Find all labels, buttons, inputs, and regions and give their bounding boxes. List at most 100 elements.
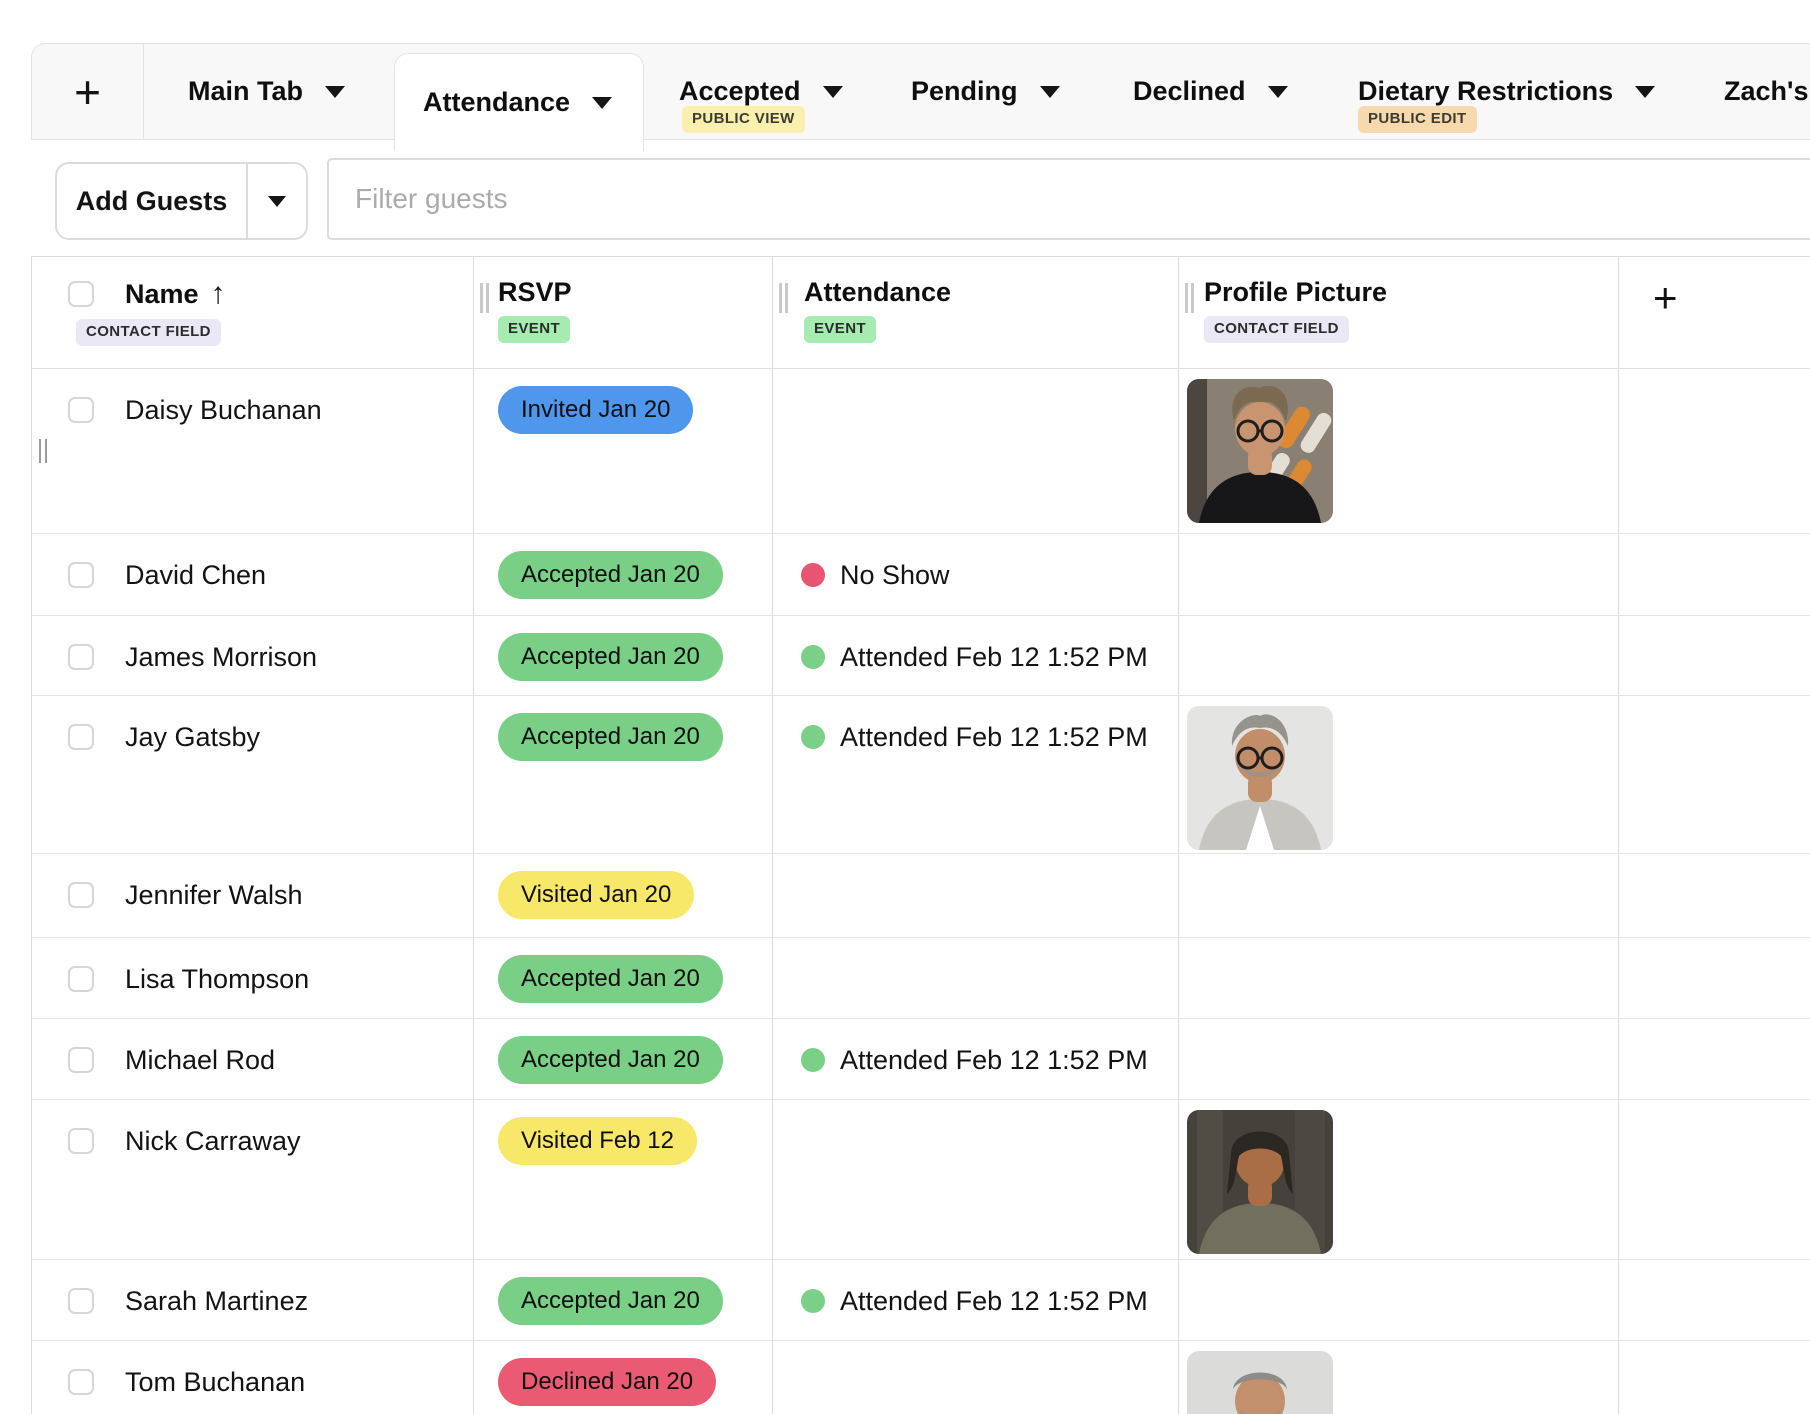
attendance-cell[interactable]: Attended Feb 12 1:52 PM bbox=[773, 696, 1179, 853]
name-cell[interactable]: Jennifer Walsh bbox=[32, 854, 474, 937]
row-checkbox[interactable] bbox=[68, 966, 94, 992]
extra-cell[interactable] bbox=[1619, 369, 1810, 533]
name-cell[interactable]: Lisa Thompson bbox=[32, 938, 474, 1018]
rsvp-cell[interactable]: Invited Jan 20 bbox=[474, 369, 773, 533]
rsvp-cell[interactable]: Accepted Jan 20 bbox=[474, 1260, 773, 1340]
profile-picture-cell[interactable] bbox=[1179, 1019, 1619, 1099]
row-checkbox[interactable] bbox=[68, 1047, 94, 1073]
attendance-cell[interactable]: Attended Feb 12 1:52 PM bbox=[773, 616, 1179, 695]
attendance-cell[interactable] bbox=[773, 1341, 1179, 1414]
guest-name: Sarah Martinez bbox=[125, 1286, 308, 1317]
tab-zach-s-g[interactable]: Zach's G bbox=[1724, 44, 1810, 139]
add-guests-split-button: Add Guests bbox=[55, 162, 308, 240]
rsvp-cell[interactable]: Accepted Jan 20 bbox=[474, 696, 773, 853]
profile-picture-cell[interactable] bbox=[1179, 696, 1619, 853]
row-checkbox[interactable] bbox=[68, 882, 94, 908]
name-cell[interactable]: Michael Rod bbox=[32, 1019, 474, 1099]
field-type-badge: EVENT bbox=[804, 316, 876, 343]
row-checkbox[interactable] bbox=[68, 724, 94, 750]
name-cell[interactable]: Nick Carraway bbox=[32, 1100, 474, 1259]
profile-picture-cell[interactable] bbox=[1179, 1260, 1619, 1340]
column-drag-handle[interactable] bbox=[779, 283, 789, 313]
name-cell[interactable]: Tom Buchanan bbox=[32, 1341, 474, 1414]
row-checkbox[interactable] bbox=[68, 644, 94, 670]
tab-pending[interactable]: Pending bbox=[911, 44, 1060, 139]
extra-cell[interactable] bbox=[1619, 534, 1810, 615]
attendance-cell[interactable] bbox=[773, 854, 1179, 937]
rsvp-status-pill: Visited Feb 12 bbox=[498, 1117, 697, 1165]
column-drag-handle[interactable] bbox=[1185, 283, 1195, 313]
column-header-rsvp[interactable]: RSVPEVENT bbox=[474, 257, 773, 368]
column-drag-handle[interactable] bbox=[480, 283, 490, 313]
chevron-down-icon bbox=[325, 86, 345, 98]
row-checkbox[interactable] bbox=[68, 1288, 94, 1314]
rsvp-status-pill: Declined Jan 20 bbox=[498, 1358, 716, 1406]
filter-guests-input[interactable] bbox=[327, 158, 1810, 240]
attendance-status-text: Attended Feb 12 1:52 PM bbox=[840, 642, 1148, 673]
rsvp-cell[interactable]: Visited Jan 20 bbox=[474, 854, 773, 937]
profile-picture-cell[interactable] bbox=[1179, 1341, 1619, 1414]
rsvp-cell[interactable]: Accepted Jan 20 bbox=[474, 1019, 773, 1099]
extra-cell[interactable] bbox=[1619, 696, 1810, 853]
profile-photo-tom bbox=[1179, 1351, 1618, 1414]
column-header-name[interactable]: Name↑CONTACT FIELD bbox=[32, 257, 474, 368]
profile-picture-cell[interactable] bbox=[1179, 938, 1619, 1018]
tab-label: Main Tab bbox=[188, 76, 303, 107]
chevron-down-icon bbox=[268, 196, 286, 207]
attendance-status-dot bbox=[801, 725, 825, 749]
tab-main-tab[interactable]: Main Tab bbox=[188, 44, 345, 139]
extra-cell[interactable] bbox=[1619, 938, 1810, 1018]
tab-label: Dietary Restrictions bbox=[1358, 76, 1613, 107]
column-title: Name bbox=[125, 279, 199, 310]
add-guests-dropdown-button[interactable] bbox=[246, 164, 306, 238]
tab-label: Declined bbox=[1133, 76, 1246, 107]
profile-picture-cell[interactable] bbox=[1179, 1100, 1619, 1259]
row-checkbox[interactable] bbox=[68, 1369, 94, 1395]
tab-declined[interactable]: Declined bbox=[1133, 44, 1288, 139]
attendance-cell[interactable]: No Show bbox=[773, 534, 1179, 615]
rsvp-cell[interactable]: Accepted Jan 20 bbox=[474, 616, 773, 695]
extra-cell[interactable] bbox=[1619, 1341, 1810, 1414]
add-guests-button[interactable]: Add Guests bbox=[57, 164, 246, 238]
column-header-profile-picture[interactable]: Profile PictureCONTACT FIELD bbox=[1179, 257, 1619, 368]
tab-attendance[interactable]: Attendance bbox=[394, 53, 644, 151]
table-row: Jay GatsbyAccepted Jan 20Attended Feb 12… bbox=[32, 696, 1810, 854]
attendance-cell[interactable] bbox=[773, 938, 1179, 1018]
name-cell[interactable]: James Morrison bbox=[32, 616, 474, 695]
name-cell[interactable]: Jay Gatsby bbox=[32, 696, 474, 853]
rsvp-cell[interactable]: Accepted Jan 20 bbox=[474, 534, 773, 615]
row-checkbox[interactable] bbox=[68, 397, 94, 423]
attendance-cell[interactable] bbox=[773, 369, 1179, 533]
chevron-down-icon bbox=[1040, 86, 1060, 98]
chevron-down-icon bbox=[592, 97, 612, 109]
add-tab-button[interactable]: + bbox=[32, 44, 144, 139]
attendance-cell[interactable]: Attended Feb 12 1:52 PM bbox=[773, 1260, 1179, 1340]
select-all-checkbox[interactable] bbox=[68, 281, 94, 307]
extra-cell[interactable] bbox=[1619, 616, 1810, 695]
attendance-cell[interactable] bbox=[773, 1100, 1179, 1259]
row-checkbox[interactable] bbox=[68, 1128, 94, 1154]
attendance-cell[interactable]: Attended Feb 12 1:52 PM bbox=[773, 1019, 1179, 1099]
column-header-attendance[interactable]: AttendanceEVENT bbox=[773, 257, 1179, 368]
name-cell[interactable]: Daisy Buchanan bbox=[32, 369, 474, 533]
extra-cell[interactable] bbox=[1619, 854, 1810, 937]
name-cell[interactable]: Sarah Martinez bbox=[32, 1260, 474, 1340]
profile-picture-cell[interactable] bbox=[1179, 534, 1619, 615]
extra-cell[interactable] bbox=[1619, 1100, 1810, 1259]
rsvp-status-pill: Accepted Jan 20 bbox=[498, 633, 723, 681]
rsvp-cell[interactable]: Declined Jan 20 bbox=[474, 1341, 773, 1414]
rsvp-cell[interactable]: Accepted Jan 20 bbox=[474, 938, 773, 1018]
rsvp-cell[interactable]: Visited Feb 12 bbox=[474, 1100, 773, 1259]
name-cell[interactable]: David Chen bbox=[32, 534, 474, 615]
attendance-status-text: No Show bbox=[840, 560, 950, 591]
extra-cell[interactable] bbox=[1619, 1260, 1810, 1340]
extra-cell[interactable] bbox=[1619, 1019, 1810, 1099]
add-column-button[interactable]: + bbox=[1619, 257, 1810, 368]
row-drag-handle[interactable] bbox=[39, 439, 48, 463]
profile-picture-cell[interactable] bbox=[1179, 616, 1619, 695]
profile-photo-nick bbox=[1179, 1110, 1618, 1254]
profile-picture-cell[interactable] bbox=[1179, 369, 1619, 533]
profile-picture-cell[interactable] bbox=[1179, 854, 1619, 937]
sort-ascending-icon[interactable]: ↑ bbox=[211, 277, 226, 311]
row-checkbox[interactable] bbox=[68, 562, 94, 588]
